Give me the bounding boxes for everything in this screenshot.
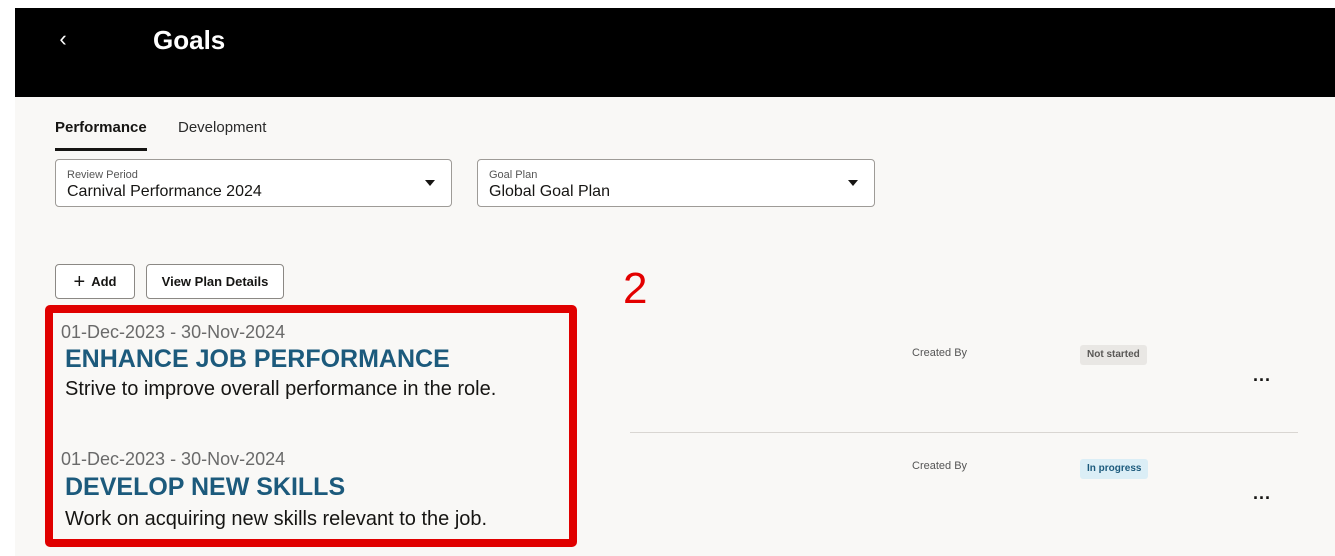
caret-down-icon <box>425 180 435 186</box>
goal-description: Strive to improve overall performance in… <box>65 378 497 400</box>
plus-icon: + <box>73 271 86 293</box>
goal-plan-select[interactable]: Goal Plan Global Goal Plan <box>477 159 875 207</box>
review-period-select[interactable]: Review Period Carnival Performance 2024 <box>55 159 452 207</box>
goal-date-range: 01-Dec-2023 - 30-Nov-2024 <box>61 449 286 469</box>
step-number-annotation: 2 <box>623 264 648 313</box>
status-badge: Not started <box>1080 345 1147 365</box>
goal-plan-value: Global Goal Plan <box>489 183 610 200</box>
review-period-label: Review Period <box>67 169 138 181</box>
more-actions-icon[interactable]: ... <box>1247 484 1277 506</box>
goals-page: ‹ Goals Performance Development Review P… <box>15 8 1335 556</box>
goal-description: Work on acquiring new skills relevant to… <box>65 508 488 530</box>
status-badge: In progress <box>1080 459 1149 479</box>
row-divider <box>630 432 1298 433</box>
review-period-value: Carnival Performance 2024 <box>67 183 262 200</box>
tab-development[interactable]: Development <box>178 118 266 148</box>
goal-date-range: 01-Dec-2023 - 30-Nov-2024 <box>61 322 286 342</box>
page-title: Goals <box>153 25 226 55</box>
goal-title-link[interactable]: ENHANCE JOB PERFORMANCE <box>65 344 450 374</box>
tab-performance[interactable]: Performance <box>55 118 147 151</box>
caret-down-icon <box>848 180 858 186</box>
back-chevron-icon[interactable]: ‹ <box>51 24 75 54</box>
more-actions-icon[interactable]: ... <box>1247 366 1277 388</box>
goal-title-link[interactable]: DEVELOP NEW SKILLS <box>65 472 345 502</box>
add-goal-button[interactable]: + Add <box>55 264 135 299</box>
page-header: ‹ Goals <box>15 8 1335 97</box>
goal-plan-label: Goal Plan <box>489 169 538 181</box>
add-goal-label: Add <box>91 274 117 289</box>
created-by-label: Created By <box>912 460 968 472</box>
view-plan-details-button[interactable]: View Plan Details <box>146 264 284 299</box>
created-by-label: Created By <box>912 347 968 359</box>
